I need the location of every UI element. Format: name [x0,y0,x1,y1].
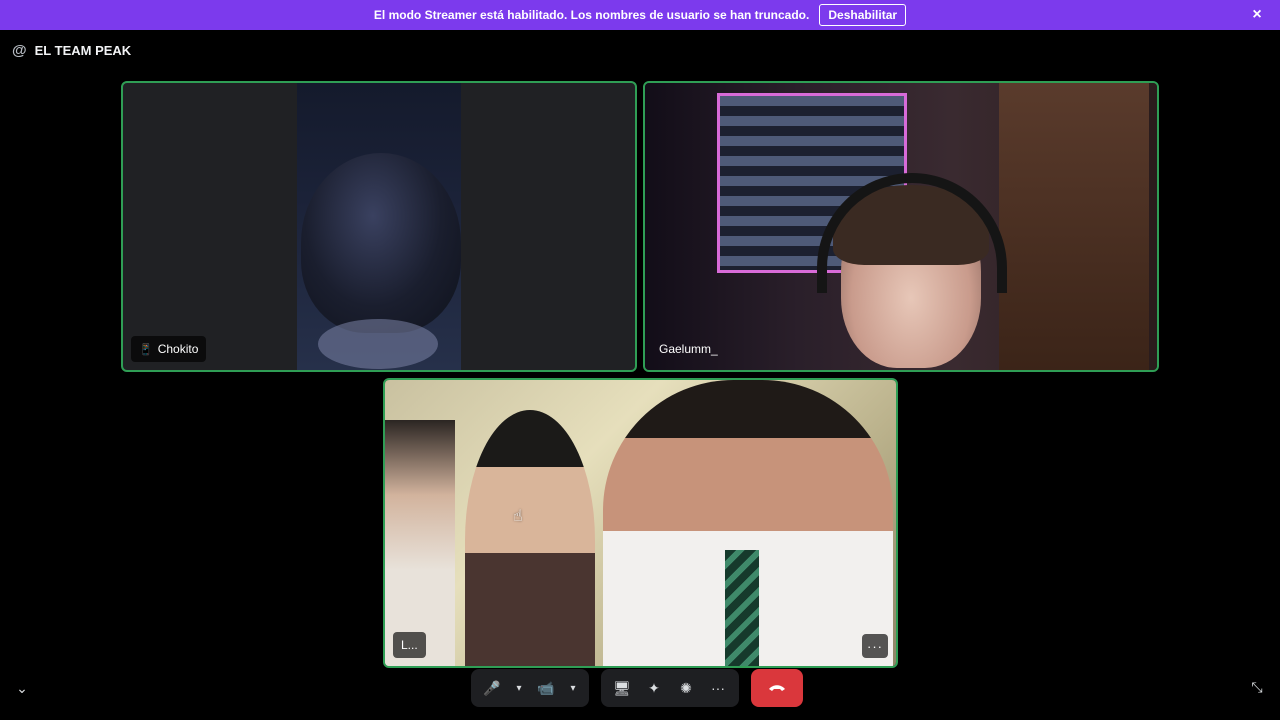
video-subject [301,153,461,333]
streamer-mode-banner: El modo Streamer está habilitado. Los no… [0,0,1280,30]
tile-more-button[interactable]: ··· [862,634,888,658]
participant-name-tag: Gaelumm_ [653,336,726,362]
call-controls: 🎤 ▾ 📹 ▾ 🖥 ✦ ✺ ··· [471,669,803,707]
screen-share-icon[interactable]: 🖥 [607,673,637,703]
mic-options-chevron-icon[interactable]: ▾ [509,673,529,703]
video-subject-tie [725,550,759,666]
channel-header: @ EL TEAM PEAK [12,40,131,60]
close-icon[interactable]: × [1248,6,1266,24]
participant-name: Chokito [157,342,199,356]
banner-message: El modo Streamer está habilitado. Los no… [373,8,810,22]
video-background-shelf [999,83,1149,370]
video-tile-l[interactable]: ☝ L... ··· [383,378,898,668]
activities-icon[interactable]: ✦ [639,673,669,703]
disable-streamer-button[interactable]: Deshabilitar [819,4,907,26]
soundboard-icon[interactable]: ✺ [671,673,701,703]
exit-fullscreen-icon[interactable]: ⤡ [1246,676,1268,698]
media-controls-group: 🎤 ▾ 📹 ▾ [471,669,589,707]
participant-name: Gaelumm_ [659,342,718,356]
microphone-icon[interactable]: 🎤 [477,673,507,703]
video-subject-detail [318,319,438,369]
participant-name-tag: L... [393,632,426,658]
pointer-cursor-icon: ☝ [513,508,523,525]
participant-name: L... [401,638,418,652]
chevron-down-icon[interactable]: ⌄ [12,678,32,698]
camera-icon[interactable]: 📹 [531,673,561,703]
video-tile-chokito[interactable]: 📱 Chokito [121,81,637,372]
video-subject-left [385,420,455,666]
video-subject-middle [465,410,595,666]
video-tile-gaelumm[interactable]: Gaelumm_ [643,81,1159,372]
mobile-device-icon: 📱 [139,343,153,356]
disconnect-button[interactable] [751,669,803,707]
hang-up-icon [769,685,785,691]
camera-options-chevron-icon[interactable]: ▾ [563,673,583,703]
actions-group: 🖥 ✦ ✺ ··· [601,669,739,707]
more-options-icon[interactable]: ··· [703,673,733,703]
participant-name-tag: 📱 Chokito [131,336,207,362]
at-icon: @ [12,41,27,59]
channel-name: EL TEAM PEAK [34,42,132,58]
